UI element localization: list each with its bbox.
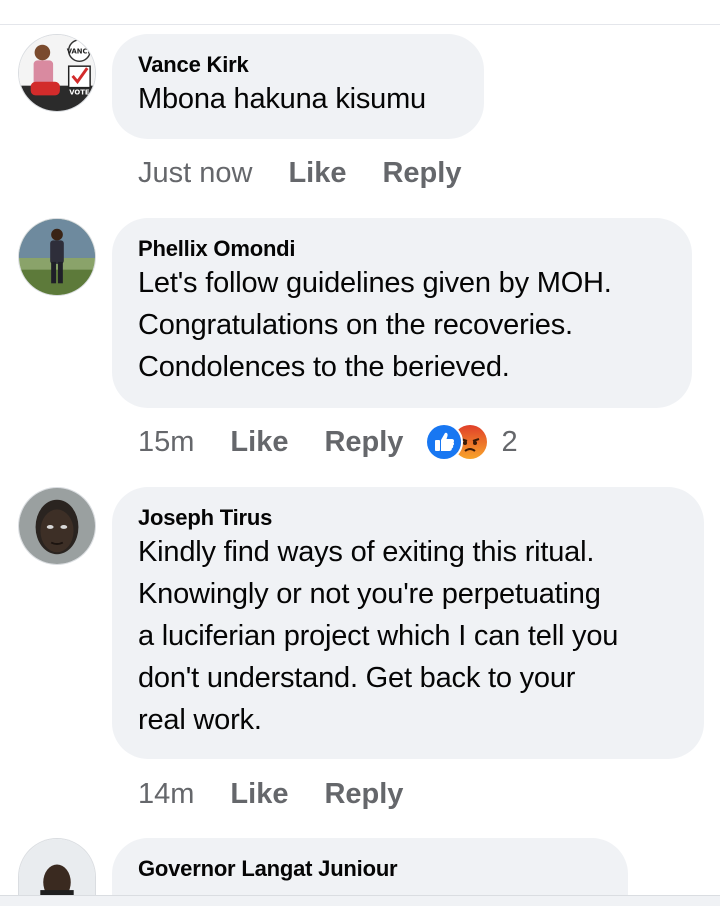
avatar-text-vance: VANCE xyxy=(67,48,93,56)
comment-author[interactable]: Vance Kirk xyxy=(138,52,458,78)
comment-text-line: Kindly find ways of exiting this ritual. xyxy=(138,536,595,568)
avatar-image xyxy=(19,219,95,295)
avatar-joseph-tirus[interactable] xyxy=(18,487,96,565)
comment-timestamp[interactable]: 14m xyxy=(138,778,194,811)
comment-text-line: a luciferian project which I can tell yo… xyxy=(138,620,619,652)
comment-actions: Just now Like Reply xyxy=(138,153,497,193)
like-button[interactable]: Like xyxy=(230,426,288,459)
comment-bubble[interactable]: Governor Langat Juniour xyxy=(112,838,628,895)
reply-button[interactable]: Reply xyxy=(382,157,461,190)
comment-text-line: Knowingly or not you're perpetuating xyxy=(138,578,601,610)
bottom-bar xyxy=(0,895,720,906)
comment-timestamp[interactable]: 15m xyxy=(138,426,194,459)
comment-bubble[interactable]: Vance Kirk Mbona hakuna kisumu xyxy=(112,34,484,139)
comment-text-line: Let's follow guidelines given by MOH. xyxy=(138,267,612,299)
avatar-vance-kirk[interactable]: VANCE VOTE xyxy=(18,34,96,112)
comment-text-line: don't understand. Get back to your xyxy=(138,662,576,694)
comment-timestamp[interactable]: Just now xyxy=(138,157,252,190)
reactions-summary[interactable]: 2 xyxy=(425,423,518,461)
comment-author[interactable]: Phellix Omondi xyxy=(138,236,666,262)
reply-button[interactable]: Reply xyxy=(324,426,403,459)
comment-author[interactable]: Joseph Tirus xyxy=(138,505,678,531)
avatar-image: VANCE VOTE xyxy=(19,35,95,111)
avatar-text-vote: VOTE xyxy=(69,88,90,96)
comment-text-line: Congratulations on the recoveries. xyxy=(138,309,573,341)
like-reaction-icon xyxy=(425,423,464,461)
avatar-phellix-omondi[interactable] xyxy=(18,218,96,296)
avatar-image xyxy=(19,488,95,564)
comment-bubble[interactable]: Joseph Tirus Kindly find ways of exiting… xyxy=(112,487,704,759)
like-button[interactable]: Like xyxy=(230,778,288,811)
comment-text-line: Condolences to the berieved. xyxy=(138,351,510,383)
comment-text-line: real work. xyxy=(138,704,262,736)
reply-button[interactable]: Reply xyxy=(324,778,403,811)
top-divider xyxy=(0,24,720,25)
comment-actions: 14m Like Reply xyxy=(138,774,439,814)
comment-bubble[interactable]: Phellix Omondi Let's follow guidelines g… xyxy=(112,218,692,408)
like-button[interactable]: Like xyxy=(288,157,346,190)
comment-author[interactable]: Governor Langat Juniour xyxy=(138,856,602,882)
avatar-image xyxy=(19,839,95,895)
comment-actions: 15m Like Reply 2 xyxy=(138,422,518,462)
comment-text-line: Mbona hakuna kisumu xyxy=(138,83,426,115)
reaction-count: 2 xyxy=(501,425,518,458)
avatar-governor-langat-juniour[interactable] xyxy=(18,838,96,895)
